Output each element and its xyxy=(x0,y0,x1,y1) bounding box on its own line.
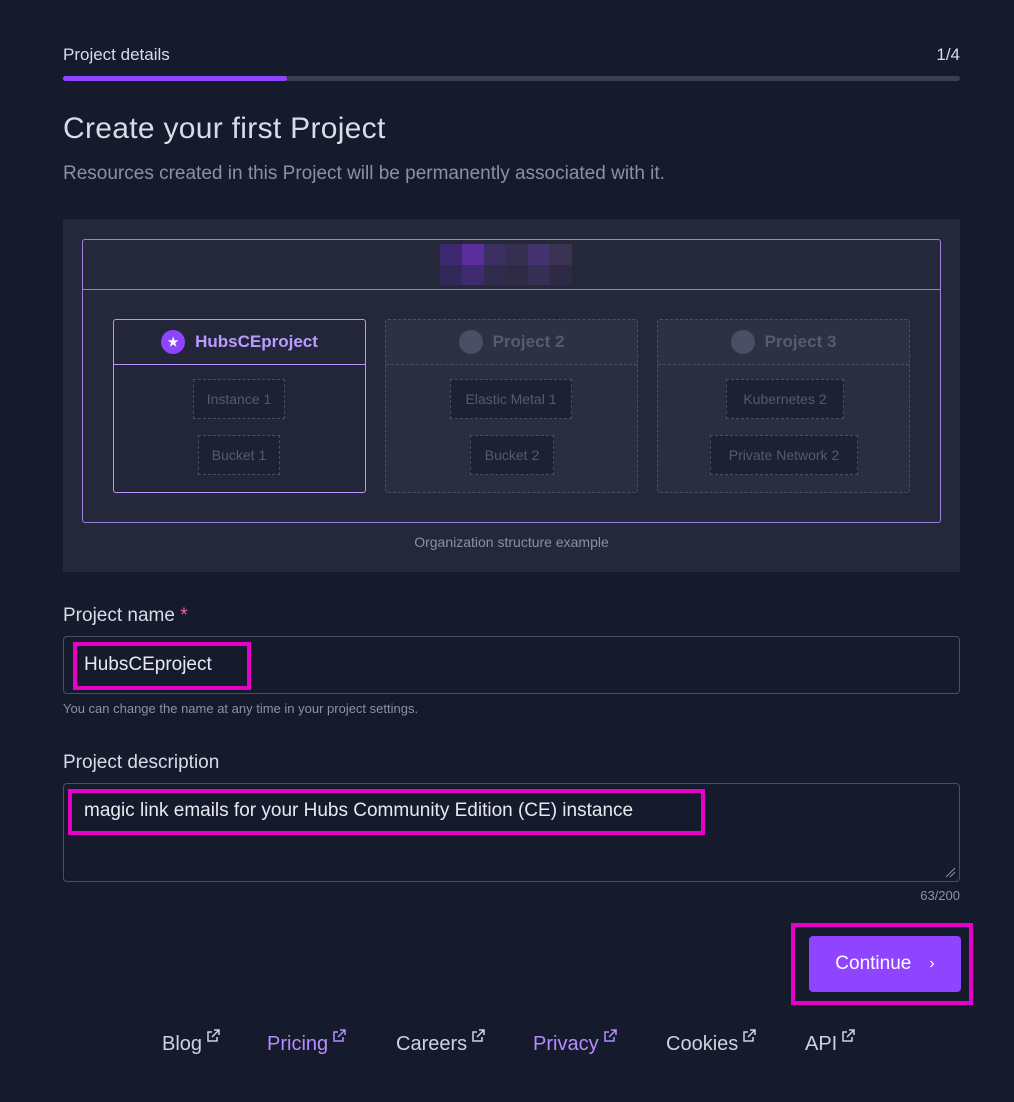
star-icon: ★ xyxy=(161,330,186,354)
project-description-textarea[interactable]: magic link emails for your Hubs Communit… xyxy=(63,783,960,882)
footer-links: Blog Pricing Careers Privacy Cookies API xyxy=(0,1029,1014,1063)
progress-bar-fill xyxy=(63,76,288,81)
project-card-name: HubsCEproject xyxy=(195,332,318,351)
footer-link-label: Privacy xyxy=(533,1033,599,1055)
project-card-name: Project 3 xyxy=(764,332,837,351)
continue-button[interactable]: Continue › xyxy=(809,936,961,992)
circle-icon xyxy=(730,330,755,354)
continue-button-highlight: Continue › xyxy=(791,923,973,1005)
organization-header xyxy=(83,240,940,290)
resource-tag: Bucket 2 xyxy=(470,435,554,475)
organization-logo-pixelated xyxy=(440,244,572,285)
circle-icon xyxy=(458,330,483,354)
required-asterisk: * xyxy=(180,605,188,626)
project-name-value: HubsCEproject xyxy=(84,654,212,675)
page-title: Create your first Project xyxy=(63,112,386,145)
footer-link-pricing[interactable]: Pricing xyxy=(267,1029,346,1056)
resource-tag: Elastic Metal 1 xyxy=(450,379,572,419)
progress-bar xyxy=(63,76,960,81)
resource-tag: Private Network 2 xyxy=(710,435,858,475)
continue-button-label: Continue xyxy=(835,953,912,974)
project-card-header: Project 2 xyxy=(386,320,637,365)
resource-tag: Kubernetes 2 xyxy=(726,379,844,419)
resource-tag: Bucket 1 xyxy=(198,435,280,475)
organization-structure-illustration: ★ HubsCEproject Instance 1 Bucket 1 Proj… xyxy=(63,219,960,572)
external-link-icon xyxy=(472,1029,485,1042)
organization-box: ★ HubsCEproject Instance 1 Bucket 1 Proj… xyxy=(82,239,941,523)
project-name-label: Project name * xyxy=(63,605,188,627)
footer-link-cookies[interactable]: Cookies xyxy=(666,1029,757,1056)
project-name-hint: You can change the name at any time in y… xyxy=(63,701,419,716)
footer-link-privacy[interactable]: Privacy xyxy=(533,1029,617,1056)
resize-grip-icon[interactable] xyxy=(944,866,956,878)
project-description-label: Project description xyxy=(63,752,220,773)
step-counter: 1/4 xyxy=(936,45,960,64)
external-link-icon xyxy=(603,1029,617,1042)
project-card-name: Project 2 xyxy=(492,332,565,351)
project-name-label-text: Project name xyxy=(63,605,175,626)
project-description-value: magic link emails for your Hubs Communit… xyxy=(84,800,634,821)
footer-link-careers[interactable]: Careers xyxy=(396,1029,485,1056)
project-card-project-2: Project 2 Elastic Metal 1 Bucket 2 xyxy=(385,319,638,493)
footer-link-label: API xyxy=(805,1033,838,1055)
resource-tag: Instance 1 xyxy=(193,379,285,419)
footer-link-api[interactable]: API xyxy=(805,1029,855,1056)
footer-link-label: Blog xyxy=(162,1033,203,1055)
project-card-header: Project 3 xyxy=(658,320,909,365)
external-link-icon xyxy=(333,1029,346,1042)
description-char-counter: 63/200 xyxy=(920,888,960,903)
footer-link-blog[interactable]: Blog xyxy=(162,1029,220,1056)
footer-link-label: Careers xyxy=(396,1033,468,1055)
chevron-right-icon: › xyxy=(929,955,935,972)
external-link-icon xyxy=(842,1029,855,1042)
project-card-project-3: Project 3 Kubernetes 2 Private Network 2 xyxy=(657,319,910,493)
external-link-icon xyxy=(743,1029,757,1042)
page-subtitle: Resources created in this Project will b… xyxy=(63,163,665,184)
external-link-icon xyxy=(207,1029,220,1042)
project-card-header: ★ HubsCEproject xyxy=(114,320,365,365)
project-name-input[interactable]: HubsCEproject xyxy=(63,636,960,694)
footer-link-label: Pricing xyxy=(267,1033,329,1055)
step-label: Project details xyxy=(63,45,170,64)
footer-link-label: Cookies xyxy=(666,1033,739,1055)
illustration-caption: Organization structure example xyxy=(414,534,609,550)
project-card-hubsceproject: ★ HubsCEproject Instance 1 Bucket 1 xyxy=(113,319,366,493)
